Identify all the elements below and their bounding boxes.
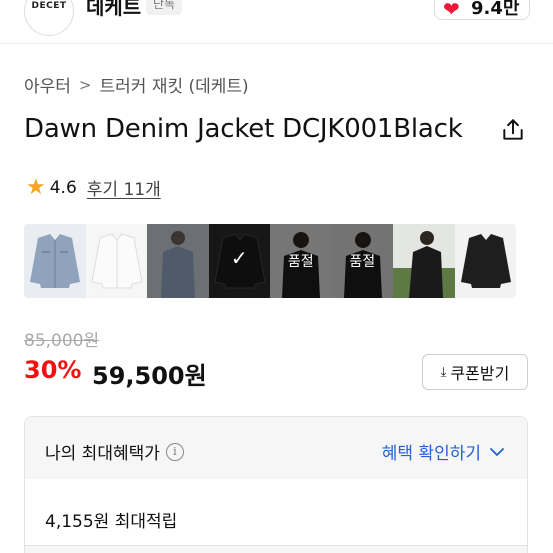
thumbnail-model-denim[interactable]	[147, 224, 209, 298]
brand-logo-text: DECET	[31, 1, 67, 11]
thumbnail-light-denim[interactable]	[24, 224, 86, 298]
exclusive-badge: 단독	[146, 0, 183, 15]
star-icon: ★	[26, 174, 46, 200]
jacket-image	[90, 233, 143, 289]
benefit-header[interactable]: 나의 최대혜택가 i 혜택 확인하기	[25, 417, 527, 479]
max-points: 4,155원 최대적립	[45, 512, 178, 532]
coupon-button-label: 쿠폰받기	[450, 364, 510, 383]
rating-score: 4.6	[49, 177, 77, 198]
color-thumbnails: ✓ 품절 품절	[24, 224, 516, 298]
like-count: 9.4만	[471, 0, 520, 19]
breadcrumb-subcategory[interactable]: 트러커 재킷 (데케트)	[100, 72, 249, 97]
discount-rate: 30%	[24, 356, 82, 384]
thumbnail-soldout-1[interactable]: 품절	[270, 224, 332, 298]
rating-row: ★ 4.6 후기 11개	[26, 175, 161, 200]
brand-name[interactable]: 데케트	[86, 0, 141, 20]
original-price: 85,000원	[24, 331, 100, 351]
breadcrumb-category[interactable]: 아우터	[24, 72, 71, 97]
like-button[interactable]: ❤ 9.4만	[434, 0, 530, 20]
benefit-title-row: 나의 최대혜택가 i	[45, 439, 184, 464]
jacket-image	[30, 234, 80, 288]
brand-logo[interactable]: DECET	[24, 0, 74, 36]
sale-price: 59,500원	[92, 362, 207, 390]
benefit-next-row	[25, 545, 527, 553]
share-icon[interactable]	[500, 117, 526, 143]
thumbnail-black-flat[interactable]	[454, 224, 516, 298]
chevron-right-icon: >	[78, 75, 92, 94]
reviews-link[interactable]: 후기 11개	[87, 175, 161, 200]
check-icon: ✓	[230, 246, 248, 270]
model-image	[393, 231, 455, 298]
benefit-link-label: 혜택 확인하기	[381, 444, 481, 464]
info-icon[interactable]: i	[165, 442, 184, 461]
brand-header: DECET 데케트 단독 ❤ 9.4만	[0, 0, 553, 44]
benefit-link[interactable]: 혜택 확인하기	[382, 439, 505, 464]
benefit-box: 나의 최대혜택가 i 혜택 확인하기 4,155원 최대적립	[24, 416, 528, 553]
breadcrumb: 아우터 > 트러커 재킷 (데케트)	[24, 72, 249, 98]
jacket-image	[460, 234, 511, 288]
model-image	[161, 231, 195, 298]
soldout-label: 품절	[349, 254, 376, 270]
benefit-title: 나의 최대혜택가	[45, 444, 160, 464]
heart-icon: ❤	[443, 0, 460, 21]
chevron-down-icon	[490, 447, 504, 456]
thumbnail-white[interactable]	[85, 224, 147, 298]
download-icon: ⤓	[440, 364, 447, 380]
thumbnail-soldout-2[interactable]: 품절	[331, 224, 393, 298]
product-title: Dawn Denim Jacket DCJK001Black	[24, 114, 463, 144]
thumbnail-black-selected[interactable]: ✓	[208, 224, 270, 298]
soldout-label: 품절	[287, 254, 314, 270]
coupon-button[interactable]: ⤓ 쿠폰받기	[422, 354, 528, 390]
thumbnail-model-outdoor[interactable]	[393, 224, 455, 298]
